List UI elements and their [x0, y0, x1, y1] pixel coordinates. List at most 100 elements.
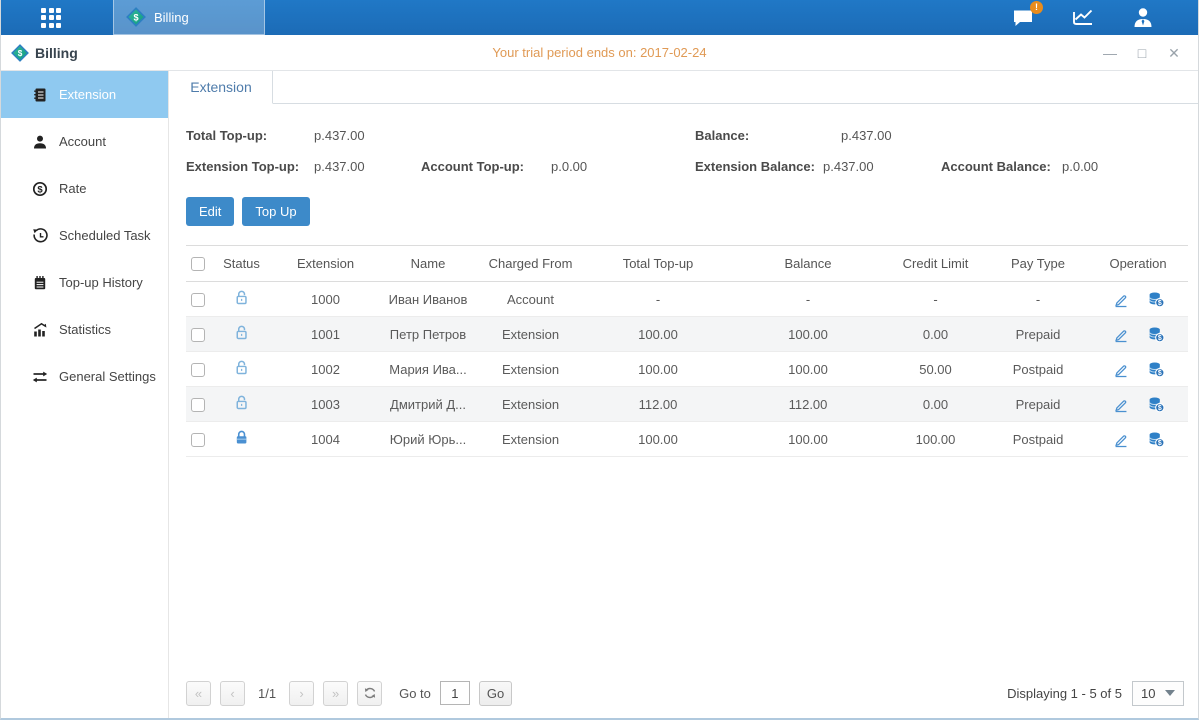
- row-checkbox[interactable]: [191, 328, 205, 342]
- sidebar-item-statistics[interactable]: Statistics: [1, 306, 168, 353]
- topup-row-button[interactable]: $: [1147, 326, 1165, 343]
- pagination: « ‹ 1/1 › » Go to Go: [186, 681, 512, 706]
- account-button[interactable]: [1130, 5, 1156, 31]
- coins-topup-icon: $: [1147, 361, 1165, 378]
- pencil-icon: [1112, 361, 1129, 378]
- svg-text:$: $: [1157, 300, 1161, 307]
- edit-row-button[interactable]: [1112, 326, 1129, 343]
- sidebar-item-rate[interactable]: $ Rate: [1, 165, 168, 212]
- sidebar-item-extension[interactable]: Extension: [1, 71, 168, 118]
- table-row: 1000 Иван Иванов Account - - - -: [186, 282, 1188, 317]
- sidebar-item-scheduled-task[interactable]: Scheduled Task: [1, 212, 168, 259]
- select-all-checkbox[interactable]: [191, 257, 205, 271]
- sidebar: Extension Account $ Rate Scheduled Task: [1, 71, 169, 718]
- sidebar-item-account[interactable]: Account: [1, 118, 168, 165]
- lock-closed-icon: [233, 429, 250, 446]
- topup-row-button[interactable]: $: [1147, 431, 1165, 448]
- page-size-select[interactable]: 10: [1132, 681, 1184, 706]
- cell-balance: 112.00: [733, 387, 883, 422]
- notification-badge: !: [1030, 1, 1043, 14]
- column-header-balance: Balance: [733, 246, 883, 282]
- edit-row-button[interactable]: [1112, 431, 1129, 448]
- tab-label: Extension: [190, 79, 251, 95]
- minimize-button[interactable]: —: [1102, 45, 1118, 61]
- row-checkbox[interactable]: [191, 398, 205, 412]
- lock-open-icon: [233, 394, 250, 411]
- lock-open-icon: [233, 289, 250, 306]
- status-cell[interactable]: [233, 294, 250, 309]
- go-button[interactable]: Go: [479, 681, 512, 706]
- column-header-total-topup: Total Top-up: [583, 246, 733, 282]
- cell-charged-from: Extension: [478, 352, 583, 387]
- cell-balance: 100.00: [733, 317, 883, 352]
- cell-pay-type: Prepaid: [988, 317, 1088, 352]
- next-page-button[interactable]: ›: [289, 681, 314, 706]
- total-topup-label: Total Top-up:: [186, 128, 314, 143]
- grid-icon: [41, 8, 61, 28]
- column-header-pay-type: Pay Type: [988, 246, 1088, 282]
- row-checkbox[interactable]: [191, 433, 205, 447]
- goto-page-input[interactable]: [440, 681, 470, 705]
- topup-button[interactable]: Top Up: [242, 197, 309, 226]
- cell-credit-limit: 0.00: [883, 317, 988, 352]
- topup-row-button[interactable]: $: [1147, 396, 1165, 413]
- refresh-icon: [363, 686, 377, 700]
- trial-notice: Your trial period ends on: 2017-02-24: [1, 45, 1198, 60]
- cell-credit-limit: 50.00: [883, 352, 988, 387]
- cell-extension: 1004: [273, 422, 378, 457]
- cell-name: Мария Ива...: [378, 352, 478, 387]
- coins-topup-icon: $: [1147, 291, 1165, 308]
- status-cell[interactable]: [233, 364, 250, 379]
- status-cell[interactable]: [233, 329, 250, 344]
- column-header-credit-limit: Credit Limit: [883, 246, 988, 282]
- sidebar-item-topup-history[interactable]: Top-up History: [1, 259, 168, 306]
- cell-pay-type: Postpaid: [988, 422, 1088, 457]
- sidebar-item-general-settings[interactable]: General Settings: [1, 353, 168, 400]
- person-icon: [1130, 6, 1156, 30]
- messages-button[interactable]: !: [1010, 5, 1036, 31]
- arrows-swap-icon: [32, 369, 48, 385]
- lock-open-icon: [233, 359, 250, 376]
- topbar-billing-tab[interactable]: $ Billing: [113, 0, 265, 35]
- row-checkbox[interactable]: [191, 363, 205, 377]
- account-topup-value: p.0.00: [551, 159, 695, 174]
- extension-balance-label: Extension Balance:: [695, 159, 823, 174]
- cell-name: Дмитрий Д...: [378, 387, 478, 422]
- page-indicator: 1/1: [258, 686, 276, 701]
- status-cell[interactable]: [233, 434, 250, 449]
- account-balance-label: Account Balance:: [941, 159, 1062, 174]
- table-row: 1004 Юрий Юрь... Extension 100.00 100.00…: [186, 422, 1188, 457]
- cell-balance: 100.00: [733, 422, 883, 457]
- last-page-button[interactable]: »: [323, 681, 348, 706]
- topup-row-button[interactable]: $: [1147, 291, 1165, 308]
- app-title: $ Billing: [11, 44, 78, 62]
- maximize-button[interactable]: □: [1134, 45, 1150, 61]
- tab-strip: Extension: [169, 71, 1198, 104]
- account-balance-value: p.0.00: [1062, 159, 1098, 174]
- edit-row-button[interactable]: [1112, 396, 1129, 413]
- table-row: 1003 Дмитрий Д... Extension 112.00 112.0…: [186, 387, 1188, 422]
- svg-text:$: $: [1157, 440, 1161, 447]
- table-header-row: Status Extension Name Charged From Total…: [186, 246, 1188, 282]
- prev-page-button[interactable]: ‹: [220, 681, 245, 706]
- tab-extension[interactable]: Extension: [169, 71, 273, 104]
- app-grid-button[interactable]: [31, 0, 71, 35]
- account-topup-label: Account Top-up:: [421, 159, 551, 174]
- status-cell[interactable]: [233, 399, 250, 414]
- cell-credit-limit: 0.00: [883, 387, 988, 422]
- pencil-icon: [1112, 396, 1129, 413]
- edit-row-button[interactable]: [1112, 291, 1129, 308]
- refresh-button[interactable]: [357, 681, 382, 706]
- line-chart-icon: [1070, 6, 1096, 30]
- statistics-button[interactable]: [1070, 5, 1096, 31]
- balance-value: p.437.00: [823, 128, 892, 143]
- topup-row-button[interactable]: $: [1147, 361, 1165, 378]
- table-footer: « ‹ 1/1 › » Go to Go: [186, 668, 1184, 718]
- edit-button[interactable]: Edit: [186, 197, 234, 226]
- lock-open-icon: [233, 324, 250, 341]
- first-page-button[interactable]: «: [186, 681, 211, 706]
- edit-row-button[interactable]: [1112, 361, 1129, 378]
- top-bar: $ Billing !: [1, 0, 1198, 35]
- close-button[interactable]: ✕: [1166, 45, 1182, 61]
- row-checkbox[interactable]: [191, 293, 205, 307]
